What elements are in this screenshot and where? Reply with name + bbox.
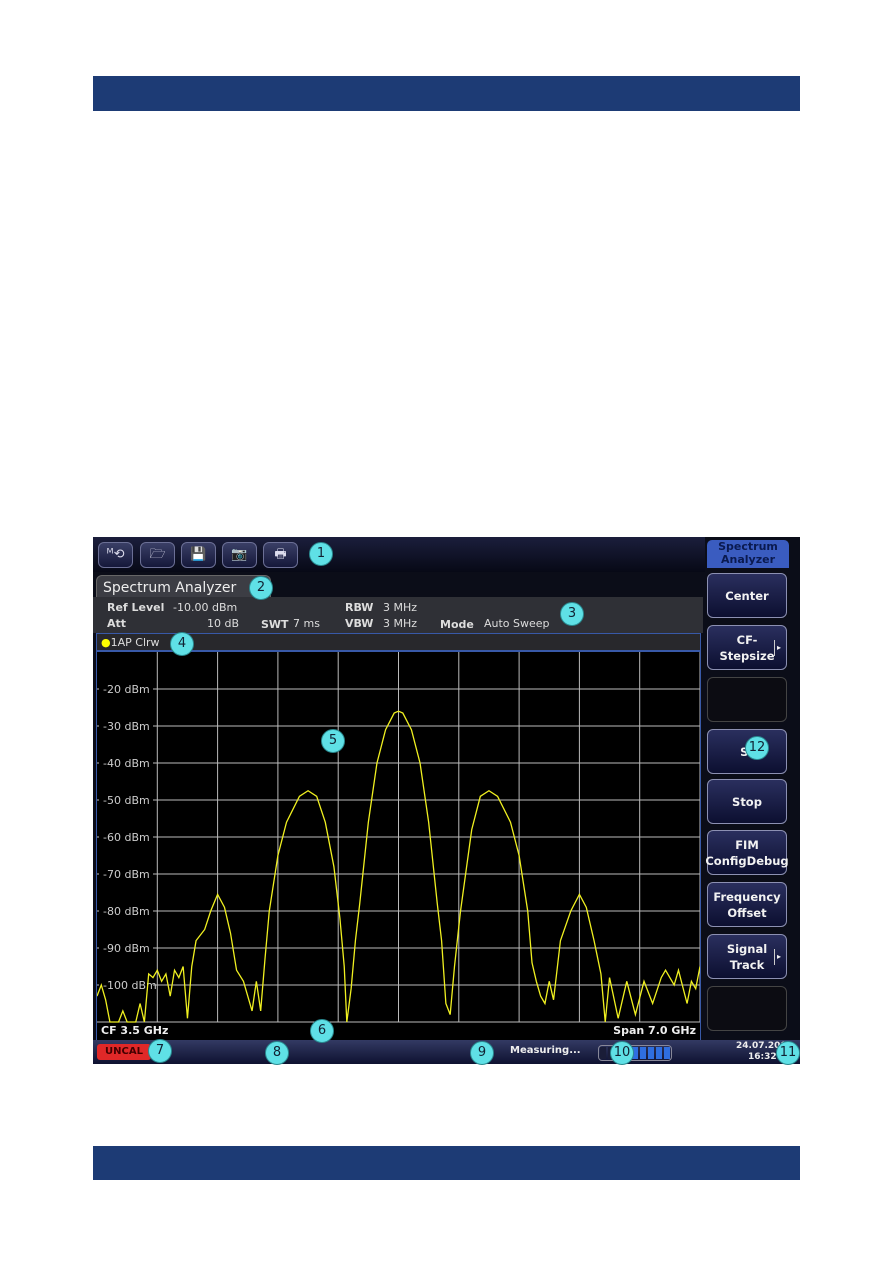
vbw-value: 3 MHz (383, 617, 418, 630)
trace-dot-icon: ● (101, 636, 111, 649)
printer-icon[interactable]: 🖶 (263, 542, 298, 568)
progress-segment (648, 1047, 654, 1059)
settings-panel: Ref Level -10.00 dBm Att 10 dB SWT 7 ms … (93, 597, 703, 633)
span: Span 7.0 GHz (613, 1024, 696, 1037)
callout-11: 11 (776, 1041, 800, 1065)
softkey-label: Center (725, 588, 769, 603)
submenu-arrow-icon: ▸ (773, 639, 781, 656)
progress-segment (640, 1047, 646, 1059)
swt-label: SWT (261, 618, 289, 631)
ref-level-label: Ref Level (107, 601, 165, 614)
rbw-label: RBW (345, 601, 374, 614)
y-tick-label: -40 dBm (103, 757, 150, 770)
softkey-fim-configdebug[interactable]: FIM ConfigDebug (705, 830, 789, 875)
softkey-blank[interactable] (707, 986, 787, 1031)
y-tick-label: -60 dBm (103, 831, 150, 844)
softkey-label: Stop (732, 794, 762, 809)
uncal-indicator: UNCAL (97, 1044, 151, 1060)
y-tick-label: -20 dBm (103, 683, 150, 696)
y-tick-label: -30 dBm (103, 720, 150, 733)
softkey-signal-track[interactable]: Signal Track ▸ (707, 934, 787, 979)
y-tick-label: -50 dBm (103, 794, 150, 807)
callout-7: 7 (148, 1039, 172, 1063)
save-disk-icon[interactable]: 💾 (181, 542, 216, 568)
camera-icon[interactable]: 📷 (222, 542, 257, 568)
spectrum-analyzer-screen: ᴹ⟲ 🗁 💾 📷 🖶 Spectrum Analyzer Ref Level -… (93, 537, 800, 1064)
callout-9: 9 (470, 1041, 494, 1065)
softkey-center[interactable]: Center (707, 573, 787, 618)
callout-4: 4 (170, 632, 194, 656)
rbw-value: 3 MHz (383, 601, 418, 614)
y-tick-label: -90 dBm (103, 942, 150, 955)
mode-icon[interactable]: ᴹ⟲ (98, 542, 133, 568)
att-label: Att (107, 617, 127, 630)
callout-12: 12 (745, 736, 769, 760)
callout-8: 8 (265, 1041, 289, 1065)
callout-10: 10 (610, 1041, 634, 1065)
ref-level-value: -10.00 dBm (173, 601, 238, 614)
center-frequency: CF 3.5 GHz (101, 1024, 169, 1037)
progress-segment (656, 1047, 662, 1059)
callout-1: 1 (309, 542, 333, 566)
callout-3: 3 (560, 602, 584, 626)
progress-segment (600, 1047, 606, 1059)
mode-value: Auto Sweep (484, 617, 550, 630)
y-tick-label: -80 dBm (103, 905, 150, 918)
callout-6: 6 (310, 1019, 334, 1043)
softkey-label: Signal Track (726, 941, 768, 972)
callout-2: 2 (249, 576, 273, 600)
softkey-cf-stepsize[interactable]: CF- Stepsize ▸ (707, 625, 787, 670)
spectrum-plot: -20 dBm -30 dBm -40 dBm -50 dBm -60 dBm -70 d… (96, 651, 701, 1041)
softkey-label: FIM ConfigDebug (705, 837, 789, 868)
y-tick-label: -70 dBm (103, 868, 150, 881)
softkey-frequency-offset[interactable]: Frequency Offset (707, 882, 787, 927)
progress-segment (664, 1047, 670, 1059)
softkey-stop[interactable]: Stop (707, 779, 787, 824)
swt-value: 7 ms (293, 617, 320, 630)
trace-label: 1AP Clrw (110, 636, 160, 649)
vbw-label: VBW (345, 617, 374, 630)
softkey-label: Frequency Offset (713, 889, 781, 920)
mode-label: Mode (440, 618, 474, 631)
spectrum-chart: -20 dBm -30 dBm -40 dBm -50 dBm -60 dBm -70 d… (96, 652, 701, 1023)
page-footer-band (93, 1146, 800, 1180)
callout-5: 5 (321, 729, 345, 753)
page-header-band (93, 76, 800, 111)
toolbar: ᴹ⟲ 🗁 💾 📷 🖶 (93, 537, 705, 572)
softkey-header: Spectrum Analyzer (707, 540, 789, 568)
open-folder-icon[interactable]: 🗁 (140, 542, 175, 568)
att-value: 10 dB (207, 617, 240, 630)
measuring-status: Measuring... (510, 1045, 581, 1056)
softkey-label: CF- Stepsize (719, 632, 775, 663)
softkey-blank[interactable] (707, 677, 787, 722)
status-bar: UNCAL Measuring... 24.07.200 16:32: (93, 1040, 800, 1064)
tab-spectrum-analyzer[interactable]: Spectrum Analyzer (96, 575, 271, 599)
submenu-arrow-icon: ▸ (773, 948, 781, 965)
